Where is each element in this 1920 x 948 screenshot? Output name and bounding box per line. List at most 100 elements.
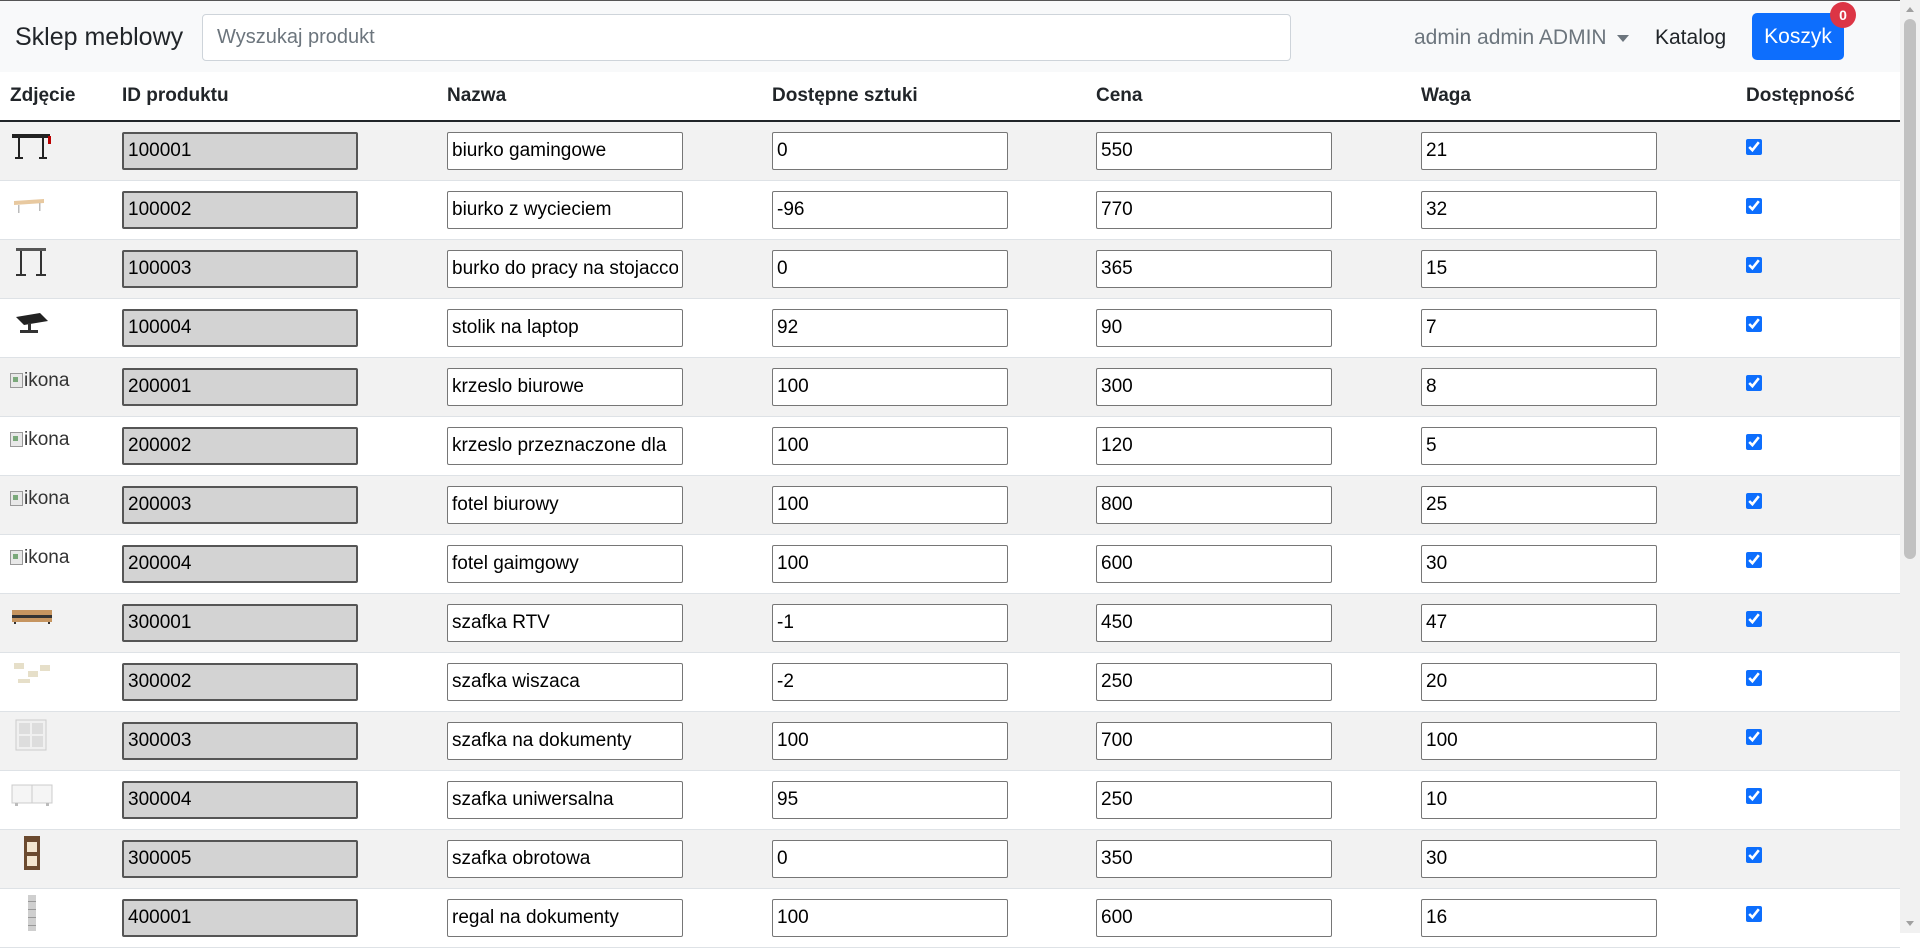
product-price-field[interactable] (1096, 190, 1332, 229)
product-qty-field[interactable] (772, 839, 1008, 878)
product-price-field[interactable] (1096, 721, 1332, 760)
table-row: ikona (0, 534, 1900, 594)
product-weight-cell (1411, 711, 1736, 771)
availability-checkbox[interactable] (1746, 846, 1762, 863)
product-price-field[interactable] (1096, 131, 1332, 170)
product-qty-field[interactable] (772, 426, 1008, 465)
cart-button[interactable]: Koszyk 0 (1752, 2, 1856, 60)
availability-checkbox[interactable] (1746, 315, 1762, 332)
product-qty-field[interactable] (772, 544, 1008, 583)
product-weight-field[interactable] (1421, 898, 1657, 937)
product-name-field[interactable] (447, 662, 683, 701)
product-qty-field[interactable] (772, 662, 1008, 701)
product-id-field[interactable] (122, 898, 358, 937)
product-id-field[interactable] (122, 662, 358, 701)
product-price-field[interactable] (1096, 839, 1332, 878)
search-input[interactable] (202, 14, 1291, 61)
product-price-field[interactable] (1096, 249, 1332, 288)
product-id-field[interactable] (122, 721, 358, 760)
availability-checkbox[interactable] (1746, 492, 1762, 509)
product-id-field[interactable] (122, 190, 358, 229)
product-id-field[interactable] (122, 780, 358, 819)
product-id-field[interactable] (122, 367, 358, 406)
product-id-field[interactable] (122, 603, 358, 642)
product-price-field[interactable] (1096, 603, 1332, 642)
product-id-field[interactable] (122, 839, 358, 878)
product-qty-field[interactable] (772, 131, 1008, 170)
product-price-field[interactable] (1096, 780, 1332, 819)
product-name-field[interactable] (447, 367, 683, 406)
availability-checkbox[interactable] (1746, 610, 1762, 627)
product-thumbnail-tv-cabinet (10, 598, 54, 636)
table-row (0, 298, 1900, 358)
product-name-field[interactable] (447, 839, 683, 878)
product-name-field[interactable] (447, 131, 683, 170)
product-price-field[interactable] (1096, 662, 1332, 701)
availability-checkbox[interactable] (1746, 374, 1762, 391)
availability-checkbox[interactable] (1746, 551, 1762, 568)
broken-image: ikona (10, 547, 112, 569)
scroll-up-arrow-icon[interactable] (1906, 7, 1914, 12)
product-name-field[interactable] (447, 721, 683, 760)
availability-checkbox[interactable] (1746, 905, 1762, 922)
product-weight-field[interactable] (1421, 603, 1657, 642)
availability-checkbox[interactable] (1746, 787, 1762, 804)
product-weight-field[interactable] (1421, 190, 1657, 229)
product-price-cell (1086, 180, 1411, 240)
product-price-field[interactable] (1096, 898, 1332, 937)
scrollbar-thumb[interactable] (1904, 19, 1916, 559)
product-qty-field[interactable] (772, 367, 1008, 406)
product-id-field[interactable] (122, 308, 358, 347)
product-id-field[interactable] (122, 485, 358, 524)
product-price-field[interactable] (1096, 426, 1332, 465)
availability-cell (1736, 711, 1900, 771)
availability-checkbox[interactable] (1746, 728, 1762, 745)
availability-checkbox[interactable] (1746, 197, 1762, 214)
product-id-field[interactable] (122, 544, 358, 583)
product-price-field[interactable] (1096, 308, 1332, 347)
product-weight-field[interactable] (1421, 839, 1657, 878)
product-qty-field[interactable] (772, 721, 1008, 760)
product-weight-field[interactable] (1421, 249, 1657, 288)
product-id-field[interactable] (122, 131, 358, 170)
product-name-field[interactable] (447, 190, 683, 229)
product-weight-field[interactable] (1421, 780, 1657, 819)
availability-checkbox[interactable] (1746, 433, 1762, 450)
product-weight-field[interactable] (1421, 131, 1657, 170)
product-name-field[interactable] (447, 485, 683, 524)
product-id-field[interactable] (122, 249, 358, 288)
product-qty-field[interactable] (772, 249, 1008, 288)
product-name-field[interactable] (447, 780, 683, 819)
katalog-link[interactable]: Katalog (1655, 26, 1726, 50)
user-menu-dropdown[interactable]: admin admin ADMIN (1414, 26, 1629, 50)
availability-checkbox[interactable] (1746, 256, 1762, 273)
product-qty-field[interactable] (772, 308, 1008, 347)
product-name-field[interactable] (447, 603, 683, 642)
product-name-field[interactable] (447, 898, 683, 937)
product-weight-field[interactable] (1421, 485, 1657, 524)
availability-checkbox[interactable] (1746, 669, 1762, 686)
product-name-field[interactable] (447, 249, 683, 288)
product-qty-field[interactable] (772, 898, 1008, 937)
product-price-field[interactable] (1096, 367, 1332, 406)
product-qty-field[interactable] (772, 190, 1008, 229)
product-qty-field[interactable] (772, 780, 1008, 819)
brand-title[interactable]: Sklep meblowy (15, 23, 183, 52)
product-weight-field[interactable] (1421, 426, 1657, 465)
product-weight-field[interactable] (1421, 721, 1657, 760)
product-name-field[interactable] (447, 544, 683, 583)
availability-checkbox[interactable] (1746, 138, 1762, 155)
product-weight-field[interactable] (1421, 662, 1657, 701)
product-name-field[interactable] (447, 308, 683, 347)
product-price-field[interactable] (1096, 544, 1332, 583)
product-qty-field[interactable] (772, 485, 1008, 524)
product-price-field[interactable] (1096, 485, 1332, 524)
product-id-field[interactable] (122, 426, 358, 465)
product-name-field[interactable] (447, 426, 683, 465)
product-weight-field[interactable] (1421, 367, 1657, 406)
product-weight-field[interactable] (1421, 308, 1657, 347)
scroll-down-arrow-icon[interactable] (1906, 921, 1914, 926)
product-qty-field[interactable] (772, 603, 1008, 642)
vertical-scrollbar[interactable] (1900, 0, 1920, 933)
product-weight-field[interactable] (1421, 544, 1657, 583)
